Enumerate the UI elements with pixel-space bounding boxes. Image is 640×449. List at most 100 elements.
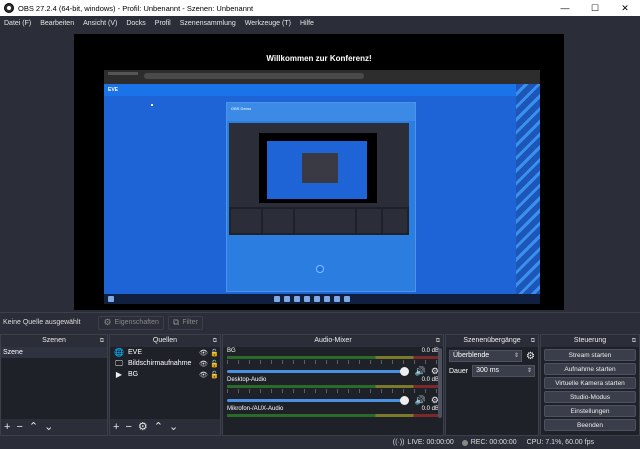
menu-edit[interactable]: Bearbeiten bbox=[40, 20, 74, 27]
minimize-button[interactable]: — bbox=[550, 0, 580, 16]
move-up-icon[interactable]: ⌃ bbox=[29, 420, 38, 434]
transition-select[interactable]: Überblende ⇕ bbox=[449, 350, 523, 362]
stepper-icon[interactable]: ⇕ bbox=[527, 366, 532, 376]
undock-icon[interactable]: ⧉ bbox=[531, 335, 535, 347]
nested-dock bbox=[357, 209, 381, 233]
gear-icon[interactable]: ⚙ bbox=[138, 420, 148, 434]
remove-icon[interactable]: − bbox=[125, 420, 131, 434]
maximize-button[interactable]: ☐ bbox=[580, 0, 610, 16]
preview-canvas[interactable]: Willkommen zur Konferenz! EVE OBS Demo bbox=[74, 34, 564, 310]
close-button[interactable]: ✕ bbox=[610, 0, 640, 16]
mixer-channel: BG 0.0 dB 🔊 ⚙ bbox=[223, 347, 443, 376]
exit-button[interactable]: Beenden bbox=[544, 419, 636, 431]
browser-bar bbox=[104, 70, 540, 84]
window-title-bar: OBS 27.2.4 (64-bit, windows) - Profil: U… bbox=[0, 0, 640, 16]
menu-profile[interactable]: Profil bbox=[155, 20, 171, 27]
channel-db: 0.0 dB bbox=[421, 377, 439, 383]
volume-meter bbox=[227, 356, 439, 359]
volume-slider-thumb[interactable] bbox=[399, 367, 409, 376]
menu-view[interactable]: Ansicht (V) bbox=[83, 20, 117, 27]
nested-screen bbox=[267, 141, 367, 199]
browser-tabs bbox=[108, 72, 138, 75]
settings-button[interactable]: Einstellungen bbox=[544, 405, 636, 417]
duration-label: Dauer bbox=[449, 367, 469, 375]
start-virtual-camera-button[interactable]: Virtuelle Kamera starten bbox=[544, 377, 636, 389]
status-bar: ((·)) LIVE: 00:00:00 REC: 00:00:00 CPU: … bbox=[0, 436, 640, 449]
mixer-title: Audio-Mixer bbox=[314, 337, 352, 344]
menu-docks[interactable]: Docks bbox=[126, 20, 145, 27]
mixer-channel: Mikrofon-/AUX-Audio 0.0 dB bbox=[223, 405, 443, 434]
chevron-updown-icon: ⇕ bbox=[514, 353, 520, 359]
nested-docks bbox=[229, 207, 409, 235]
nested-preview bbox=[259, 133, 377, 203]
move-up-icon[interactable]: ⌃ bbox=[154, 420, 163, 434]
volume-meter bbox=[227, 414, 439, 417]
obs-logo-icon bbox=[4, 3, 14, 13]
preview-area: Willkommen zur Konferenz! EVE OBS Demo bbox=[0, 30, 640, 312]
taskbar-icon bbox=[344, 296, 350, 302]
nested-dock bbox=[263, 209, 293, 233]
source-item[interactable]: 🌐 EVE 👁 🔓 bbox=[110, 347, 220, 358]
scenes-footer: + − ⌃ ⌄ bbox=[1, 419, 107, 435]
undock-icon[interactable]: ⧉ bbox=[632, 335, 636, 347]
meter-ticks bbox=[227, 360, 439, 364]
filter-icon: ⧉ bbox=[172, 317, 180, 327]
screen-capture: EVE OBS Demo bbox=[104, 70, 540, 304]
move-down-icon[interactable]: ⌄ bbox=[44, 420, 53, 434]
menu-help[interactable]: Hilfe bbox=[300, 20, 314, 27]
filters-button[interactable]: ⧉ Filter bbox=[167, 315, 203, 330]
start-stream-button[interactable]: Stream starten bbox=[544, 349, 636, 361]
undock-icon[interactable]: ⧉ bbox=[213, 335, 217, 347]
cpu-status: CPU: 7.1%, 60.00 fps bbox=[526, 439, 594, 446]
wallpaper-pattern bbox=[516, 84, 540, 294]
no-source-selected-label: Keine Quelle ausgewählt bbox=[3, 319, 81, 326]
nested-dock bbox=[383, 209, 407, 233]
taskbar-icon bbox=[108, 296, 114, 302]
undock-icon[interactable]: ⧉ bbox=[100, 335, 104, 347]
volume-slider[interactable] bbox=[227, 396, 409, 405]
live-time: LIVE: 00:00:00 bbox=[407, 439, 454, 446]
source-item[interactable]: ▶ BG 👁 🔓 bbox=[110, 369, 220, 380]
nested-dock bbox=[231, 209, 261, 233]
move-down-icon[interactable]: ⌄ bbox=[169, 420, 178, 434]
gear-icon[interactable]: ⚙ bbox=[526, 351, 535, 362]
undock-icon[interactable]: ⧉ bbox=[436, 335, 440, 347]
source-label: EVE bbox=[128, 349, 143, 356]
menu-scene-collection[interactable]: Szenensammlung bbox=[180, 20, 236, 27]
remove-icon[interactable]: − bbox=[16, 420, 22, 434]
lock-icon[interactable]: 🔓 bbox=[209, 349, 220, 357]
studio-mode-button[interactable]: Studio-Modus bbox=[544, 391, 636, 403]
conference-banner: Willkommen zur Konferenz! bbox=[266, 54, 372, 63]
lock-icon[interactable]: 🔓 bbox=[209, 371, 220, 379]
add-icon[interactable]: + bbox=[4, 420, 10, 434]
taskbar-icon bbox=[274, 296, 280, 302]
start-recording-button[interactable]: Aufnahme starten bbox=[544, 363, 636, 375]
eve-header: EVE bbox=[104, 84, 540, 96]
mixer-scrollbar[interactable] bbox=[438, 348, 442, 418]
duration-input[interactable]: 300 ms ⇕ bbox=[472, 365, 535, 377]
scenes-dock: Szenen ⧉ Szene + − ⌃ ⌄ bbox=[0, 334, 108, 436]
channel-name: BG bbox=[227, 348, 236, 354]
audio-mixer-dock: Audio-Mixer ⧉ BG 0.0 dB 🔊 ⚙ Desktop-Audi… bbox=[222, 334, 444, 436]
menu-tools[interactable]: Werkzeuge (T) bbox=[245, 20, 291, 27]
volume-meter bbox=[227, 385, 439, 388]
lock-icon[interactable]: 🔓 bbox=[209, 360, 220, 368]
visibility-eye-icon[interactable]: 👁 bbox=[198, 360, 209, 368]
taskbar-icon bbox=[284, 296, 290, 302]
properties-button[interactable]: ⚙ Eigenschaften bbox=[98, 315, 164, 330]
controls-title: Steuerung bbox=[573, 337, 607, 344]
controls-header: Steuerung ⧉ bbox=[541, 335, 639, 347]
nested-window-title: OBS Demo bbox=[231, 106, 252, 111]
source-item[interactable]: 🖵 Bildschirmaufnahme 👁 🔓 bbox=[110, 358, 220, 369]
add-icon[interactable]: + bbox=[113, 420, 119, 434]
volume-slider-thumb[interactable] bbox=[399, 396, 409, 405]
globe-icon: 🌐 bbox=[114, 348, 124, 357]
visibility-eye-icon[interactable]: 👁 bbox=[198, 349, 209, 357]
nested-dock bbox=[295, 209, 355, 233]
visibility-eye-icon[interactable]: 👁 bbox=[198, 371, 209, 379]
menu-file[interactable]: Datei (F) bbox=[4, 20, 31, 27]
scene-item[interactable]: Szene bbox=[1, 347, 107, 358]
volume-slider[interactable] bbox=[227, 367, 409, 376]
scenes-title: Szenen bbox=[42, 337, 66, 344]
nested-window: OBS Demo bbox=[226, 102, 416, 292]
